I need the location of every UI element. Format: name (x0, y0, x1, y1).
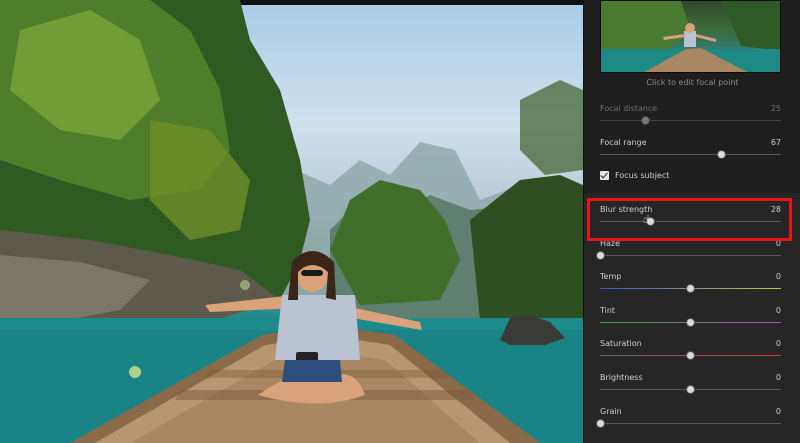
grain-track[interactable] (600, 422, 781, 424)
haze-track[interactable] (600, 254, 781, 256)
grain-slider-handle[interactable] (595, 418, 605, 428)
saturation-slider-handle[interactable] (686, 351, 695, 361)
grain-label: Grain (600, 406, 622, 416)
focal-section: Click to edit focal point Focal distance… (584, 0, 800, 193)
brightness-label: Brightness (600, 373, 643, 382)
tint-slider-handle[interactable] (686, 317, 695, 327)
focal-range-track[interactable] (600, 154, 781, 155)
grain-value: 0 (775, 406, 781, 416)
temp-label: Temp (600, 272, 622, 282)
preview-caption: Click to edit focal point (646, 78, 739, 87)
focal-distance-track[interactable] (600, 120, 781, 121)
temp-value: 0 (775, 272, 781, 282)
preview-thumbnail-image (601, 1, 780, 72)
saturation-label: Saturation (600, 339, 642, 349)
focus-subject-label: Focus subject (615, 171, 670, 180)
focal-distance-value: 25 (770, 104, 781, 113)
focal-distance-label: Focal distance (600, 104, 658, 113)
focal-point-preview[interactable] (600, 0, 781, 73)
photo-canvas[interactable] (0, 0, 583, 443)
tint-value: 0 (775, 305, 781, 315)
hand-cursor-icon: ☝ (643, 213, 650, 226)
haze-slider-handle[interactable] (595, 250, 605, 260)
brightness-value: 0 (775, 373, 781, 382)
saturation-value: 0 (775, 339, 781, 349)
focal-distance-slider-handle[interactable] (640, 116, 650, 125)
temp-slider-handle[interactable] (686, 284, 695, 294)
blur-strength-highlight-box (587, 198, 792, 241)
focal-range-value: 67 (770, 138, 781, 147)
focus-subject-checkbox[interactable] (600, 171, 609, 180)
brightness-slider-handle[interactable] (686, 385, 695, 394)
tint-label: Tint (600, 305, 616, 315)
focal-range-slider-handle[interactable] (716, 150, 726, 159)
photo-illustration (0, 0, 583, 443)
focal-range-label: Focal range (600, 138, 647, 147)
